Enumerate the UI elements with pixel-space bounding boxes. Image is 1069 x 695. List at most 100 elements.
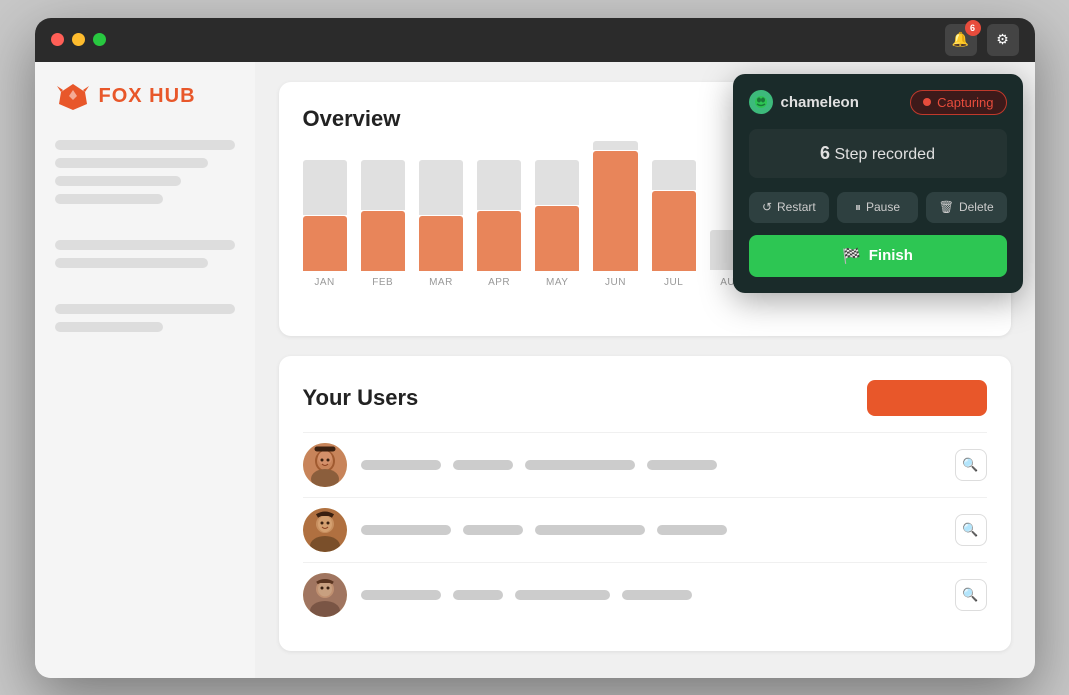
chart-column: APR	[477, 141, 521, 288]
bar-label: JAN	[314, 277, 334, 288]
traffic-lights	[51, 33, 106, 46]
chart-column: MAY	[535, 141, 579, 288]
restart-button[interactable]: ↺ Restart	[749, 192, 830, 223]
bar-label: FEB	[372, 277, 393, 288]
user-search-button[interactable]: 🔍	[955, 514, 987, 546]
bar-fill	[419, 216, 463, 271]
avatar	[303, 573, 347, 617]
table-row: 🔍	[303, 497, 987, 562]
step-recorded-text: 6 Step recorded	[763, 143, 993, 164]
step-count: 6	[820, 143, 830, 163]
avatar	[303, 508, 347, 552]
users-action-button[interactable]	[867, 380, 987, 416]
chameleon-brand: chameleon	[749, 90, 859, 114]
finish-label: Finish	[869, 247, 913, 264]
bar-empty	[361, 160, 405, 210]
chart-column: JAN	[303, 141, 347, 288]
chart-column: JUN	[593, 141, 637, 288]
sidebar-item[interactable]	[55, 194, 163, 204]
chart-column: JUL	[652, 141, 696, 288]
user-data	[361, 460, 941, 470]
traffic-light-minimize[interactable]	[72, 33, 85, 46]
bar-fill	[361, 211, 405, 271]
user-avatar-img	[303, 573, 347, 617]
step-label-text: Step recorded	[834, 146, 935, 163]
bar-empty	[535, 160, 579, 205]
delete-icon: 🗑	[939, 200, 954, 214]
app-body: FOX HUB Overview	[35, 62, 1035, 678]
sidebar-item[interactable]	[55, 304, 235, 314]
avatar	[303, 443, 347, 487]
bar-empty	[652, 160, 696, 190]
sidebar-item[interactable]	[55, 240, 235, 250]
finish-button[interactable]: 🏁 Finish	[749, 235, 1007, 277]
chameleon-name: chameleon	[781, 94, 859, 111]
traffic-light-close[interactable]	[51, 33, 64, 46]
logo-area: FOX HUB	[55, 82, 235, 112]
bar-label: APR	[488, 277, 510, 288]
sidebar-item[interactable]	[55, 158, 208, 168]
bar-empty	[593, 141, 637, 151]
finish-flag-icon: 🏁	[842, 247, 861, 265]
capturing-label: Capturing	[937, 95, 993, 110]
bar-fill	[477, 211, 521, 271]
pause-icon: ⏸	[855, 200, 861, 215]
chart-column: MAR	[419, 141, 463, 288]
table-row: 🔍	[303, 562, 987, 627]
bar-fill	[593, 151, 637, 270]
user-avatar-img	[303, 443, 347, 487]
sidebar-item[interactable]	[55, 140, 235, 150]
user-data	[361, 525, 941, 535]
bar-label: MAY	[546, 277, 568, 288]
bar-container	[303, 141, 347, 271]
user-field	[361, 590, 441, 600]
bar-fill	[303, 216, 347, 271]
chameleon-panel: chameleon Capturing 6 Step recorded	[733, 74, 1023, 293]
user-field	[525, 460, 635, 470]
user-search-button[interactable]: 🔍	[955, 449, 987, 481]
sidebar-nav	[55, 140, 235, 332]
bar-empty	[419, 160, 463, 215]
bar-empty	[477, 160, 521, 210]
user-search-button[interactable]: 🔍	[955, 579, 987, 611]
capturing-dot	[923, 98, 931, 106]
user-field	[647, 460, 717, 470]
search-icon: 🔍	[962, 522, 978, 538]
badge: 6	[965, 20, 981, 36]
users-card: Your Users	[279, 356, 1011, 651]
delete-button[interactable]: 🗑 Delete	[926, 192, 1007, 223]
sidebar-item[interactable]	[55, 258, 208, 268]
restart-label: Restart	[777, 200, 816, 214]
step-recorded-area: 6 Step recorded	[749, 129, 1007, 178]
chart-column: FEB	[361, 141, 405, 288]
user-field	[657, 525, 727, 535]
extension-icon-button[interactable]: ⚙	[987, 24, 1019, 56]
bar-fill	[535, 206, 579, 271]
sidebar-item[interactable]	[55, 176, 181, 186]
table-row: 🔍	[303, 432, 987, 497]
bar-label: JUL	[664, 277, 683, 288]
search-icon: 🔍	[962, 457, 978, 473]
logo-text: FOX HUB	[99, 85, 196, 108]
users-title: Your Users	[303, 385, 419, 411]
user-field	[515, 590, 610, 600]
notification-icon-button[interactable]: 6 🔔	[945, 24, 977, 56]
user-field	[622, 590, 692, 600]
pause-button[interactable]: ⏸ Pause	[837, 192, 918, 223]
users-header: Your Users	[303, 380, 987, 416]
titlebar-right: 6 🔔 ⚙	[945, 24, 1019, 56]
user-field	[361, 525, 451, 535]
bar-container	[419, 141, 463, 271]
user-field	[463, 525, 523, 535]
bar-label: MAR	[429, 277, 453, 288]
user-field	[453, 590, 503, 600]
bar-container	[593, 141, 637, 271]
traffic-light-maximize[interactable]	[93, 33, 106, 46]
user-field	[535, 525, 645, 535]
restart-icon: ↺	[762, 200, 772, 214]
bar-container	[477, 141, 521, 271]
bar-container	[652, 141, 696, 271]
sidebar-item[interactable]	[55, 322, 163, 332]
pause-label: Pause	[866, 200, 900, 214]
main-content: Overview JANFEBMARAPRMAYJUNJULAUGSEPOCTN…	[255, 62, 1035, 678]
